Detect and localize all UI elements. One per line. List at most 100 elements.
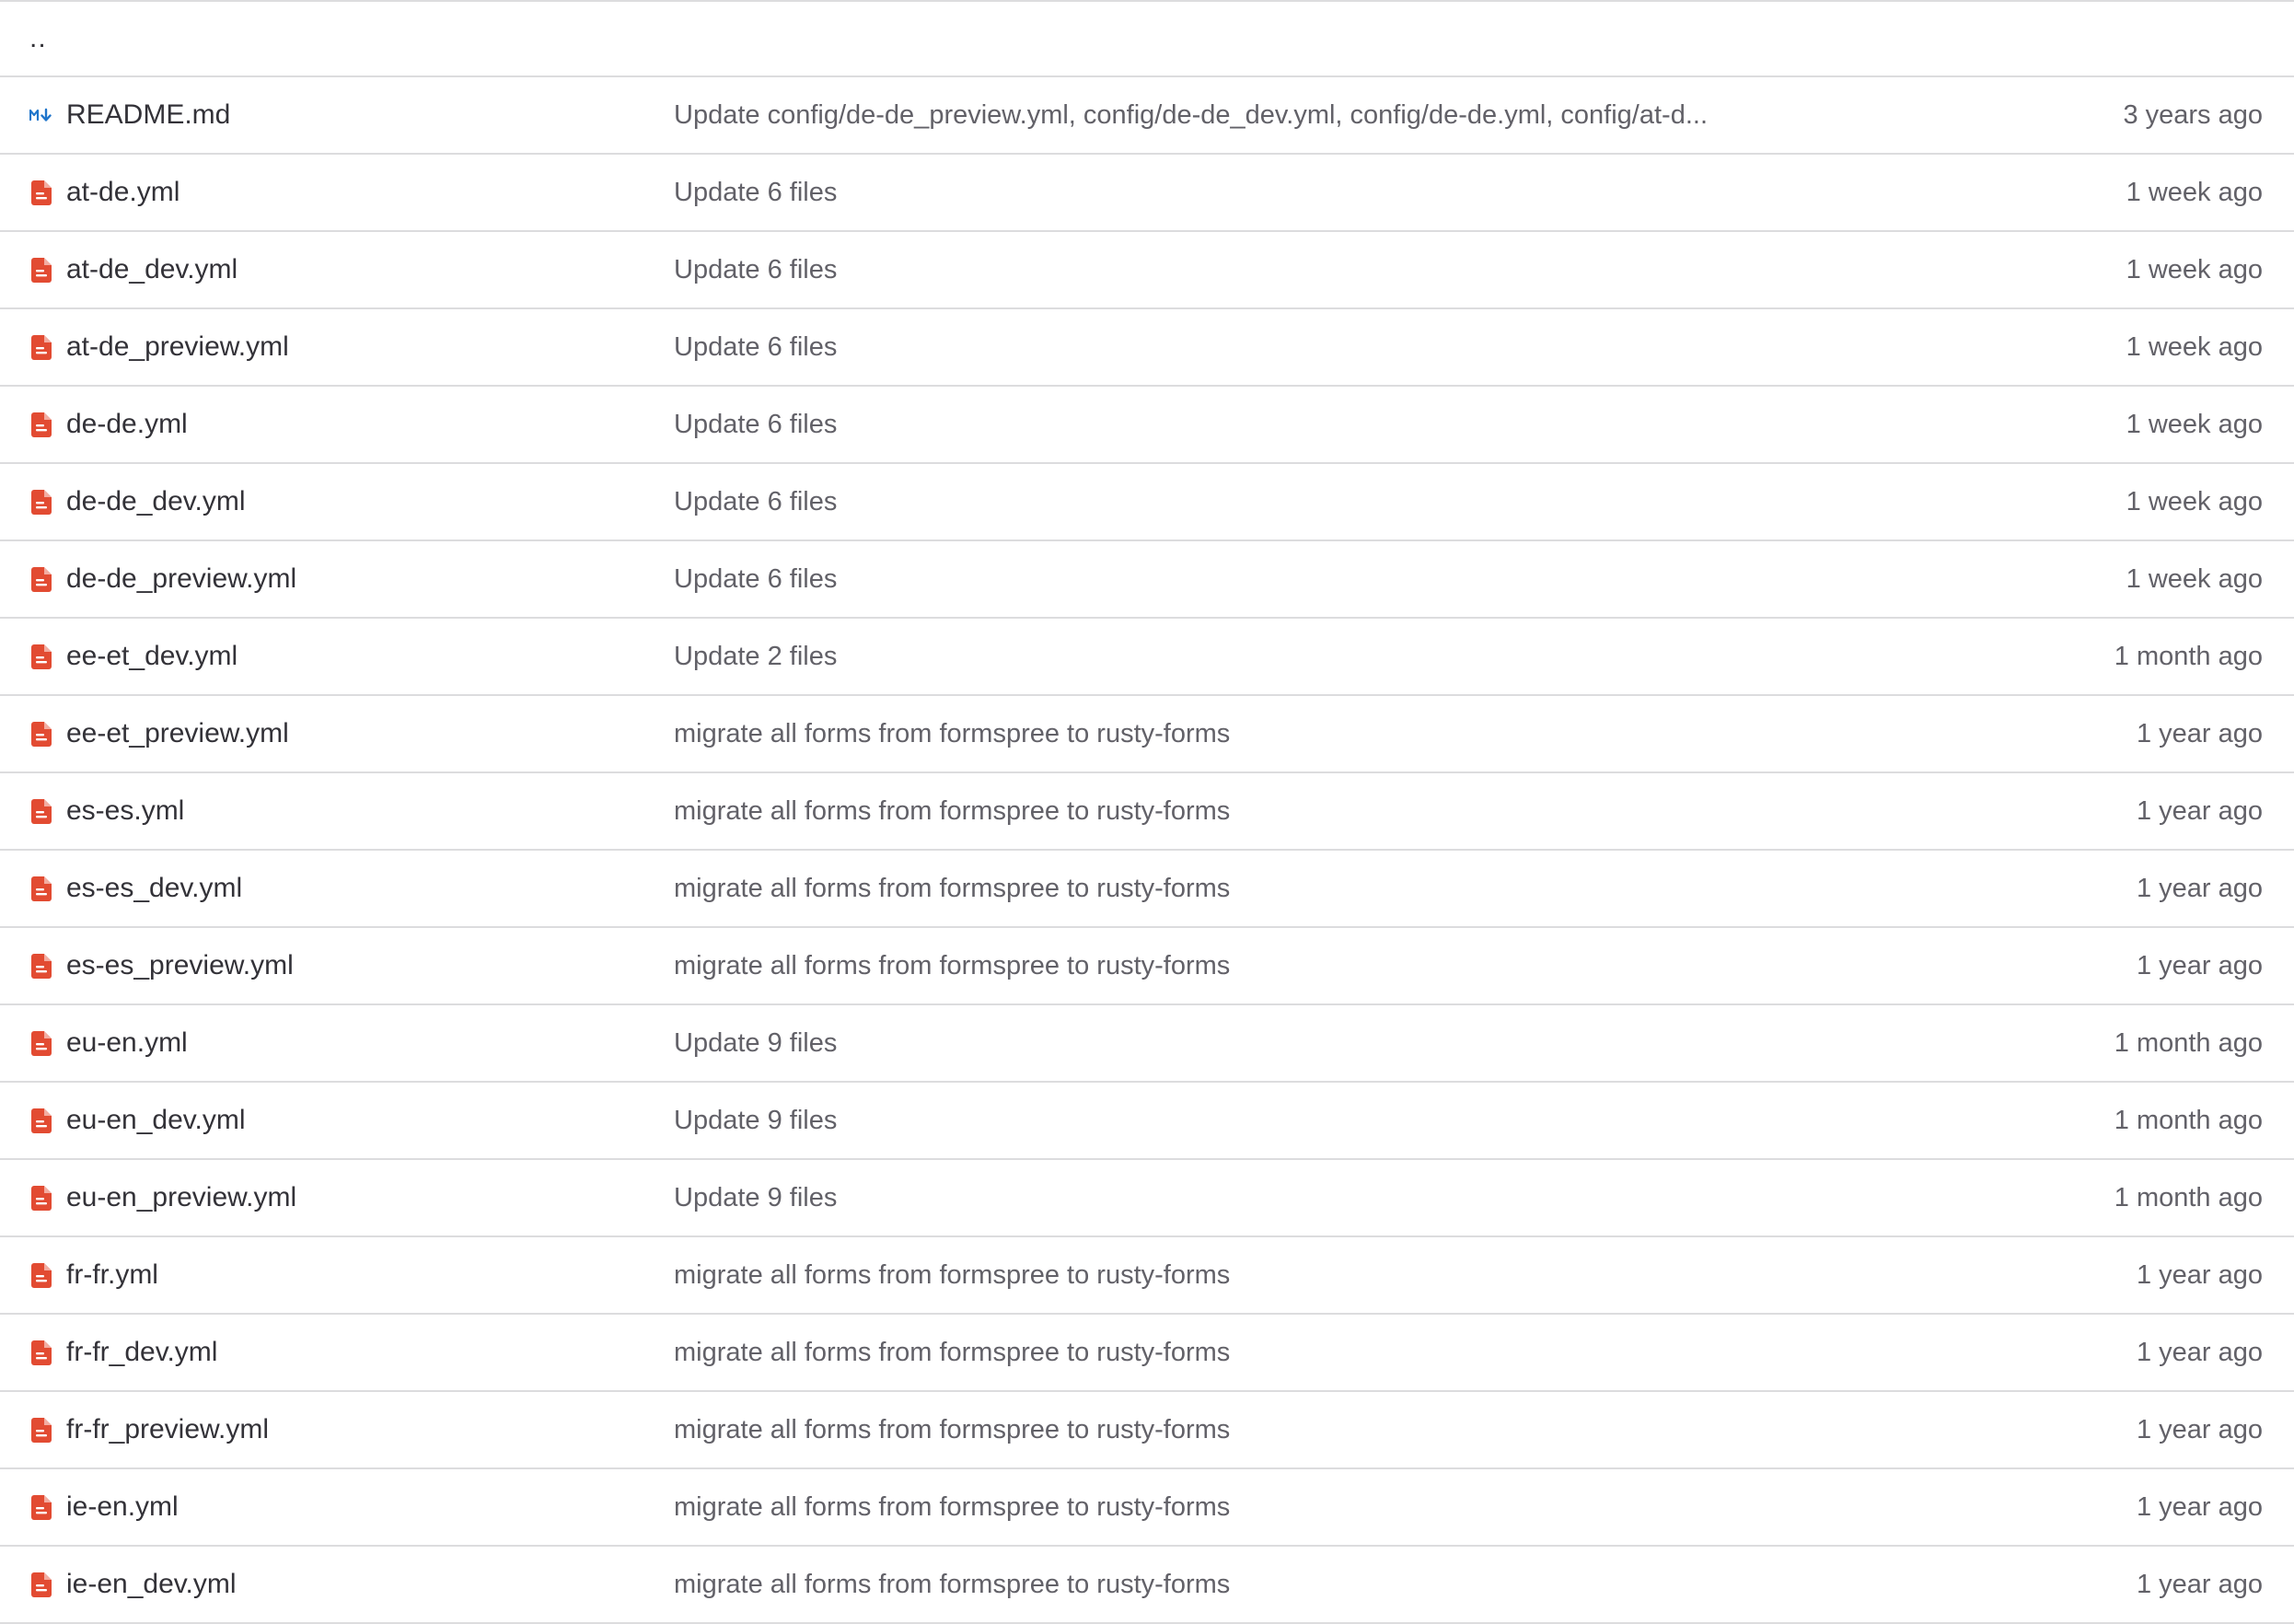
- file-row[interactable]: de-de.yml Update 6 files 1 week ago: [0, 387, 2294, 464]
- commit-date: 1 week ago: [2126, 177, 2263, 207]
- yaml-file-icon: [29, 566, 53, 592]
- file-name-link[interactable]: de-de_dev.yml: [66, 486, 246, 517]
- commit-message-link[interactable]: migrate all forms from formspree to rust…: [674, 874, 1230, 903]
- yaml-file-icon: [29, 1262, 53, 1288]
- commit-date: 1 week ago: [2126, 486, 2263, 516]
- commit-message-link[interactable]: Update config/de-de_preview.yml, config/…: [674, 100, 1708, 130]
- file-name-link[interactable]: es-es_dev.yml: [66, 873, 242, 904]
- file-row[interactable]: eu-en_preview.yml Update 9 files 1 month…: [0, 1160, 2294, 1237]
- file-name-link[interactable]: ie-en_dev.yml: [66, 1569, 237, 1600]
- yaml-file-icon: [29, 876, 53, 901]
- file-name-link[interactable]: eu-en_preview.yml: [66, 1182, 296, 1213]
- file-name-link[interactable]: de-de_preview.yml: [66, 563, 296, 595]
- commit-message-link[interactable]: Update 6 files: [674, 255, 837, 284]
- yaml-file-icon: [29, 180, 53, 205]
- file-name-cell: ie-en_dev.yml: [0, 1569, 644, 1600]
- yaml-file-icon: [29, 1185, 53, 1211]
- file-name-link[interactable]: fr-fr.yml: [66, 1259, 158, 1291]
- commit-message-link[interactable]: Update 9 files: [674, 1028, 837, 1058]
- parent-directory-link[interactable]: ..: [29, 23, 47, 54]
- commit-message-cell: Update 6 files: [644, 178, 1926, 208]
- file-name-cell: es-es_dev.yml: [0, 873, 644, 904]
- yaml-file-icon: [29, 1340, 53, 1365]
- file-name-link[interactable]: at-de_dev.yml: [66, 254, 238, 285]
- file-name-link[interactable]: es-es.yml: [66, 795, 184, 827]
- file-row[interactable]: fr-fr.yml migrate all forms from formspr…: [0, 1237, 2294, 1315]
- commit-message-cell: Update config/de-de_preview.yml, config/…: [644, 100, 1926, 131]
- commit-message-link[interactable]: Update 6 files: [674, 564, 837, 594]
- commit-message-link[interactable]: Update 6 files: [674, 178, 837, 207]
- commit-date: 1 year ago: [2136, 1569, 2263, 1599]
- file-row[interactable]: es-es.yml migrate all forms from formspr…: [0, 773, 2294, 851]
- yaml-file-icon: [29, 1030, 53, 1056]
- yaml-file-icon: [29, 334, 53, 360]
- file-name-link[interactable]: es-es_preview.yml: [66, 950, 294, 981]
- file-name-cell: fr-fr_preview.yml: [0, 1414, 644, 1445]
- yaml-file-icon: [29, 953, 53, 979]
- file-name-cell: es-es_preview.yml: [0, 950, 644, 981]
- commit-date: 1 month ago: [2114, 1182, 2263, 1212]
- commit-date: 1 month ago: [2114, 641, 2263, 671]
- commit-message-link[interactable]: Update 2 files: [674, 642, 837, 671]
- yaml-file-icon: [29, 1494, 53, 1520]
- yaml-file-icon: [29, 798, 53, 824]
- file-name-link[interactable]: at-de.yml: [66, 177, 180, 208]
- commit-message-cell: Update 2 files: [644, 642, 1926, 672]
- commit-date: 1 year ago: [2136, 795, 2263, 826]
- file-name-link[interactable]: ee-et_preview.yml: [66, 718, 289, 749]
- file-name-link[interactable]: README.md: [66, 99, 230, 131]
- commit-message-link[interactable]: migrate all forms from formspree to rust…: [674, 1492, 1230, 1522]
- yaml-file-icon: [29, 1108, 53, 1133]
- commit-message-link[interactable]: migrate all forms from formspree to rust…: [674, 1260, 1230, 1290]
- yaml-file-icon: [29, 489, 53, 515]
- commit-message-link[interactable]: Update 6 files: [674, 410, 837, 439]
- commit-date: 1 year ago: [2136, 1259, 2263, 1290]
- file-name-link[interactable]: fr-fr_dev.yml: [66, 1337, 217, 1368]
- file-row[interactable]: at-de.yml Update 6 files 1 week ago: [0, 155, 2294, 232]
- yaml-file-icon: [29, 1417, 53, 1443]
- commit-message-link[interactable]: migrate all forms from formspree to rust…: [674, 1338, 1230, 1367]
- file-row[interactable]: ee-et_preview.yml migrate all forms from…: [0, 696, 2294, 773]
- file-name-cell: de-de_dev.yml: [0, 486, 644, 517]
- file-row[interactable]: fr-fr_preview.yml migrate all forms from…: [0, 1392, 2294, 1469]
- file-name-link[interactable]: ie-en.yml: [66, 1491, 179, 1523]
- commit-message-link[interactable]: Update 6 files: [674, 332, 837, 362]
- file-row[interactable]: eu-en.yml Update 9 files 1 month ago: [0, 1005, 2294, 1083]
- commit-message-link[interactable]: migrate all forms from formspree to rust…: [674, 1415, 1230, 1444]
- commit-message-link[interactable]: migrate all forms from formspree to rust…: [674, 719, 1230, 748]
- commit-message-link[interactable]: Update 9 files: [674, 1106, 837, 1135]
- yaml-file-icon: [29, 644, 53, 669]
- file-name-link[interactable]: ee-et_dev.yml: [66, 641, 238, 672]
- commit-message-link[interactable]: Update 9 files: [674, 1183, 837, 1212]
- file-row[interactable]: ee-et_dev.yml Update 2 files 1 month ago: [0, 619, 2294, 696]
- file-row[interactable]: eu-en_dev.yml Update 9 files 1 month ago: [0, 1083, 2294, 1160]
- file-name-link[interactable]: fr-fr_preview.yml: [66, 1414, 269, 1445]
- commit-date: 1 year ago: [2136, 1491, 2263, 1522]
- file-name-link[interactable]: eu-en.yml: [66, 1027, 188, 1059]
- file-row[interactable]: de-de_dev.yml Update 6 files 1 week ago: [0, 464, 2294, 541]
- file-name-cell: eu-en_dev.yml: [0, 1105, 644, 1136]
- file-row[interactable]: ie-en.yml migrate all forms from formspr…: [0, 1469, 2294, 1547]
- file-row[interactable]: ie-en_dev.yml migrate all forms from for…: [0, 1547, 2294, 1624]
- parent-directory-row[interactable]: ..: [0, 2, 2294, 77]
- file-name-link[interactable]: eu-en_dev.yml: [66, 1105, 246, 1136]
- commit-message-link[interactable]: Update 6 files: [674, 487, 837, 516]
- commit-message-cell: migrate all forms from formspree to rust…: [644, 1415, 1926, 1445]
- commit-date: 1 year ago: [2136, 1414, 2263, 1444]
- file-row[interactable]: de-de_preview.yml Update 6 files 1 week …: [0, 541, 2294, 619]
- commit-message-link[interactable]: migrate all forms from formspree to rust…: [674, 1570, 1230, 1599]
- file-row[interactable]: es-es_dev.yml migrate all forms from for…: [0, 851, 2294, 928]
- commit-message-cell: migrate all forms from formspree to rust…: [644, 951, 1926, 981]
- commit-message-link[interactable]: migrate all forms from formspree to rust…: [674, 951, 1230, 980]
- file-name-link[interactable]: at-de_preview.yml: [66, 331, 289, 363]
- file-row[interactable]: fr-fr_dev.yml migrate all forms from for…: [0, 1315, 2294, 1392]
- file-name-cell: de-de_preview.yml: [0, 563, 644, 595]
- file-row[interactable]: at-de_preview.yml Update 6 files 1 week …: [0, 309, 2294, 387]
- file-row[interactable]: at-de_dev.yml Update 6 files 1 week ago: [0, 232, 2294, 309]
- commit-message-cell: Update 6 files: [644, 332, 1926, 363]
- file-row[interactable]: es-es_preview.yml migrate all forms from…: [0, 928, 2294, 1005]
- commit-message-link[interactable]: migrate all forms from formspree to rust…: [674, 796, 1230, 826]
- file-row[interactable]: README.md Update config/de-de_preview.ym…: [0, 77, 2294, 155]
- file-name-cell: eu-en_preview.yml: [0, 1182, 644, 1213]
- file-name-link[interactable]: de-de.yml: [66, 409, 188, 440]
